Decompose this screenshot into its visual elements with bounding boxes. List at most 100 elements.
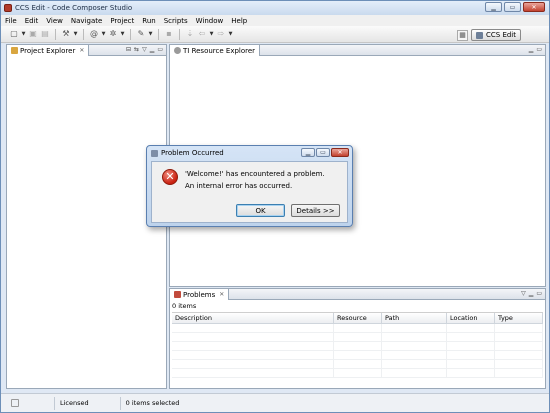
column-type[interactable]: Type [495,313,543,323]
toolbar-separator [55,28,56,40]
project-explorer-tab-label: Project Explorer [20,46,76,55]
toolbar-separator [158,28,159,40]
minimize-view-icon[interactable]: ▁ [150,46,155,53]
problems-controls: ▽ ▁ ▭ [521,290,542,297]
chevron-down-icon[interactable]: ▼ [228,29,233,39]
problems-count: 0 items [172,302,197,310]
folder-icon [11,47,18,54]
toolbar-separator [130,28,131,40]
minimize-view-icon[interactable]: ▁ [529,290,534,297]
chevron-down-icon[interactable]: ▼ [120,29,125,39]
table-row [172,351,543,360]
close-tab-icon[interactable]: ✕ [79,47,84,54]
problems-tabbar: Problems ✕ ▽ ▁ ▭ [170,289,545,300]
toolbar-separator [179,28,180,40]
dialog-maximize-button[interactable]: ▭ [316,148,330,157]
ok-button[interactable]: OK [236,204,285,217]
save-icon[interactable]: ▣ [28,29,38,39]
perspective-icon [476,31,483,39]
maximize-button[interactable]: ▭ [504,2,521,12]
maximize-view-icon[interactable]: ▭ [157,46,163,53]
menu-help[interactable]: Help [231,17,247,25]
column-resource[interactable]: Resource [334,313,382,323]
dialog-title: Problem Occurred [161,149,224,157]
details-button[interactable]: Details >> [291,204,340,217]
close-tab-icon[interactable]: ✕ [219,291,224,298]
resource-explorer-tabbar: TI Resource Explorer ▁ ▭ [170,45,545,56]
maximize-view-icon[interactable]: ▭ [536,290,542,297]
perspective-label: CCS Edit [486,31,516,39]
problem-occurred-dialog: Problem Occurred ▁ ▭ ✕ ✕ 'Welcome!' has … [146,145,353,227]
window-title: CCS Edit - Code Composer Studio [15,4,133,12]
view-menu-icon[interactable]: ▽ [521,290,526,297]
settings-gear-icon[interactable]: ✲ [108,29,118,39]
status-separator [119,396,121,410]
column-description[interactable]: Description [172,313,334,323]
main-toolbar: ▢ ▼ ▣ ▤ ⚒ ▼ @ ▼ ✲ ▼ ✎ ▼ ▪ ⇣ ⇦ ▼ ⇨ ▼ ▦ CC… [1,26,549,43]
perspective-switcher: ▦ CCS Edit [457,29,521,41]
save-all-icon[interactable]: ▤ [40,29,50,39]
minimize-button[interactable]: ▁ [485,2,502,12]
table-row [172,342,543,351]
collapse-all-icon[interactable]: ⊟ [126,46,131,53]
problems-table-header: Description Resource Path Location Type [172,313,543,324]
ti-logo-icon [174,47,181,54]
menu-navigate[interactable]: Navigate [71,17,102,25]
new-icon[interactable]: ▢ [9,29,19,39]
error-icon: ✕ [162,169,178,185]
pin-icon[interactable]: ▪ [164,29,174,39]
table-row [172,333,543,342]
chevron-down-icon[interactable]: ▼ [21,29,26,39]
menu-scripts[interactable]: Scripts [164,17,188,25]
selection-status: 0 items selected [125,399,180,407]
dialog-title-bar: Problem Occurred ▁ ▭ ✕ [147,146,352,160]
close-button[interactable]: ✕ [523,2,545,12]
menu-bar: File Edit View Navigate Project Run Scri… [1,15,549,26]
dialog-body: ✕ 'Welcome!' has encountered a problem. … [151,161,348,223]
license-status: Licensed [60,399,89,407]
chevron-down-icon[interactable]: ▼ [73,29,78,39]
chevron-down-icon[interactable]: ▼ [148,29,153,39]
table-row [172,369,543,378]
menu-window[interactable]: Window [196,17,224,25]
menu-view[interactable]: View [46,17,63,25]
problems-tab-label: Problems [183,290,216,299]
resource-explorer-controls: ▁ ▭ [529,46,542,53]
minimize-view-icon[interactable]: ▁ [529,46,534,53]
open-perspective-icon[interactable]: ▦ [457,29,468,41]
dialog-minimize-button[interactable]: ▁ [301,148,315,157]
build-hammer-icon[interactable]: ⚒ [61,29,71,39]
menu-run[interactable]: Run [142,17,155,25]
status-bar: Licensed 0 items selected [1,393,549,412]
dialog-window-controls: ▁ ▭ ✕ [301,148,349,157]
view-menu-icon[interactable]: ▽ [142,46,147,53]
chevron-down-icon[interactable]: ▼ [209,29,214,39]
dialog-message: 'Welcome!' has encountered a problem. [185,170,325,178]
forward-arrow-icon[interactable]: ⇨ [216,29,226,39]
maximize-view-icon[interactable]: ▭ [536,46,542,53]
back-arrow-icon[interactable]: ⇦ [197,29,207,39]
fast-view-icon[interactable] [11,399,19,407]
title-bar: CCS Edit - Code Composer Studio ▁ ▭ ✕ [1,1,549,15]
ccs-app-icon [4,4,12,12]
menu-file[interactable]: File [5,17,17,25]
prev-annotation-icon[interactable]: ⇣ [185,29,195,39]
dialog-close-button[interactable]: ✕ [331,148,349,157]
table-row [172,360,543,369]
menu-project[interactable]: Project [110,17,134,25]
dialog-detail: An internal error has occurred. [185,182,293,190]
perspective-ccs-edit-button[interactable]: CCS Edit [471,29,521,41]
debug-icon[interactable]: @ [89,29,99,39]
main-window: CCS Edit - Code Composer Studio ▁ ▭ ✕ Fi… [0,0,550,413]
chevron-down-icon[interactable]: ▼ [101,29,106,39]
column-path[interactable]: Path [382,313,447,323]
column-location[interactable]: Location [447,313,495,323]
window-controls: ▁ ▭ ✕ [485,2,545,12]
tab-project-explorer[interactable]: Project Explorer ✕ [7,45,90,56]
dialog-app-icon [151,149,158,157]
menu-edit[interactable]: Edit [25,17,39,25]
search-icon[interactable]: ✎ [136,29,146,39]
tab-problems[interactable]: Problems ✕ [170,289,230,300]
link-editor-icon[interactable]: ⇆ [134,46,139,53]
tab-ti-resource-explorer[interactable]: TI Resource Explorer [170,45,261,56]
